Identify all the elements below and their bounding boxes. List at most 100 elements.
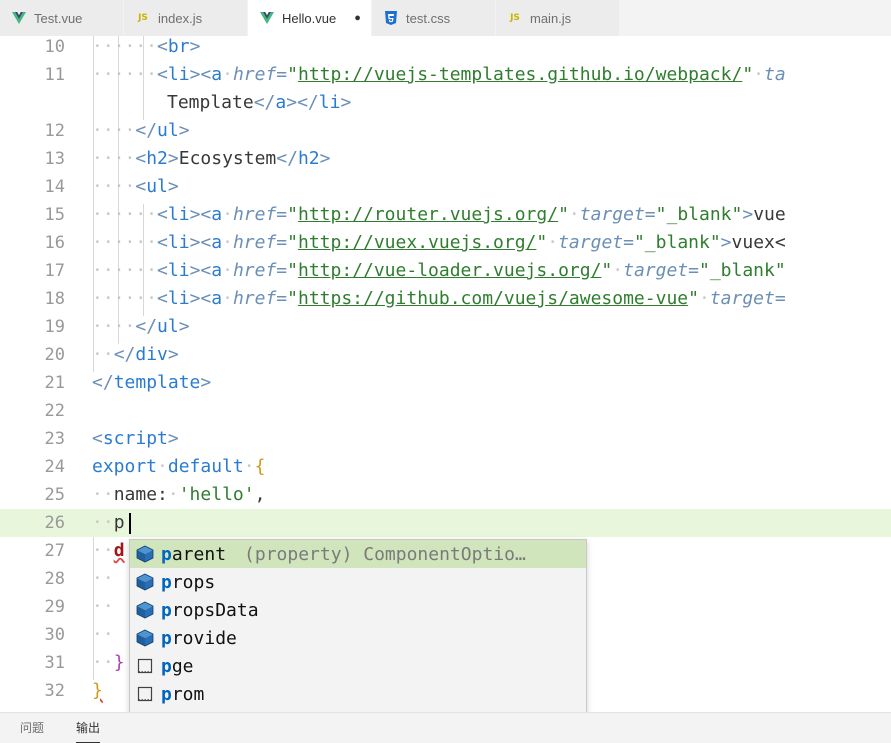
tab-test-css[interactable]: test.css: [372, 0, 496, 36]
line-content: ··name:·'hello',: [92, 484, 266, 505]
line-number: 25: [44, 485, 65, 505]
code-line: 19 ····</ul>: [0, 313, 891, 341]
property-cube-icon: [136, 629, 154, 647]
line-number: 30: [44, 625, 65, 645]
url-link[interactable]: http://router.vuejs.org/: [298, 204, 558, 225]
property-cube-icon: [136, 601, 154, 619]
suggestion-item-prom[interactable]: p rom: [130, 680, 586, 708]
css-icon: [382, 11, 400, 25]
suggestion-item-parent[interactable]: p arent (property) ComponentOptio…: [130, 540, 586, 568]
suggestion-item-provide[interactable]: p rovide: [130, 624, 586, 652]
line-content: ··p: [92, 512, 125, 533]
suggestion-match: p: [161, 683, 172, 705]
suggestion-label: rops: [171, 571, 216, 593]
url-link[interactable]: http://vuejs-templates.github.io/webpack…: [298, 64, 742, 85]
vue-icon: [258, 11, 276, 25]
code-text: Ecosystem: [178, 148, 277, 169]
code-line: 20 ··</div>: [0, 341, 891, 369]
code-line: 10 ······<br>: [0, 36, 891, 61]
panel-tab-bar: 问题 输出: [0, 712, 891, 743]
line-number: 28: [44, 569, 65, 589]
url-link[interactable]: http://vuex.vuejs.org/: [298, 232, 536, 253]
suggestion-item-pge[interactable]: p ge: [130, 652, 586, 680]
typed-text: p: [113, 512, 125, 533]
suggestion-match: p: [161, 543, 172, 565]
tab-main-js[interactable]: JS main.js: [496, 0, 620, 36]
text-word-icon: [136, 685, 154, 703]
line-number: 11: [44, 65, 65, 85]
line-number: 22: [44, 401, 65, 421]
line-number: 12: [44, 121, 65, 141]
suggestion-label: ropsData: [171, 599, 259, 621]
suggestion-label: arent: [171, 543, 227, 565]
line-number: 21: [44, 373, 65, 393]
line-content: <script>: [92, 428, 179, 449]
url-link[interactable]: https://github.com/vuejs/awesome-vue: [298, 288, 688, 309]
code-line-wrapped: Template</a></li>: [0, 89, 891, 117]
tab-hello-vue[interactable]: Hello.vue ●: [248, 0, 372, 36]
line-number: 15: [44, 205, 65, 225]
suggestion-label: rovide: [171, 627, 237, 649]
line-content: ····<ul>: [92, 176, 179, 197]
code-line: 23 <script>: [0, 425, 891, 453]
code-line: 24 export·default·{: [0, 453, 891, 481]
js-icon: JS: [510, 13, 520, 23]
suggestion-match: p: [161, 627, 172, 649]
line-content: ··}: [92, 652, 125, 673]
code-line: 18 ······<li><a·href="https://github.com…: [0, 285, 891, 313]
current-code-line: 26 ··p: [0, 509, 891, 537]
tab-label: Test.vue: [34, 10, 83, 26]
tab-label: test.css: [406, 10, 451, 26]
code-line: 21 </template>: [0, 369, 891, 397]
line-content: ··d: [92, 540, 125, 561]
line-content: ······<li><a·href="https://github.com/vu…: [92, 288, 786, 309]
suggestion-item-props[interactable]: p rops: [130, 568, 586, 596]
tab-index-js[interactable]: JS index.js: [124, 0, 248, 36]
line-number: 16: [44, 233, 65, 253]
code-text: "_blank": [633, 232, 721, 253]
tab-problems[interactable]: 问题: [20, 713, 44, 743]
line-number: 19: [44, 317, 65, 337]
autocomplete-suggestion-list[interactable]: p arent (property) ComponentOptio… p rops …: [129, 539, 587, 736]
line-content: Template</a></li>: [167, 92, 352, 113]
line-number: 24: [44, 457, 65, 477]
code-text: name:: [113, 484, 168, 505]
tab-output[interactable]: 输出: [76, 713, 101, 743]
line-content: ······<li><a·href="http://vuex.vuejs.org…: [92, 232, 786, 253]
suggestion-match: p: [161, 599, 172, 621]
line-number: 20: [44, 345, 65, 365]
code-line: 15 ······<li><a·href="http://router.vuej…: [0, 201, 891, 229]
url-link[interactable]: http://vue-loader.vuejs.org/: [298, 260, 601, 281]
line-content: ··: [92, 596, 114, 617]
unsaved-dot-icon[interactable]: ●: [354, 12, 361, 24]
code-text: vue: [753, 204, 786, 225]
line-content: export·default·{: [92, 456, 266, 477]
line-number: 14: [44, 177, 65, 197]
line-content: ······<br>: [92, 36, 201, 57]
line-number: 17: [44, 261, 65, 281]
code-text: "_blank": [655, 204, 743, 225]
suggestion-match: p: [161, 655, 172, 677]
js-icon: JS: [138, 13, 148, 23]
suggestion-label: rom: [171, 683, 205, 705]
property-cube-icon: [136, 573, 154, 591]
line-content: ····<h2>Ecosystem</h2>: [92, 148, 331, 169]
line-content: ··: [92, 568, 114, 589]
code-line: 12 ····</ul>: [0, 117, 891, 145]
code-line: 16 ······<li><a·href="http://vuex.vuejs.…: [0, 229, 891, 257]
line-content: ······<li><a·href="http://vue-loader.vue…: [92, 260, 786, 281]
suggestion-item-propsdata[interactable]: p ropsData: [130, 596, 586, 624]
line-content: ··</div>: [92, 344, 179, 365]
code-text: 'hello': [178, 484, 255, 505]
line-content: ····</ul>: [92, 316, 190, 337]
tab-label: Hello.vue: [282, 10, 337, 26]
line-content: }: [92, 680, 103, 701]
line-content: </template>: [92, 372, 212, 393]
line-number: 18: [44, 289, 65, 309]
code-line: 22: [0, 397, 891, 425]
tab-test-vue[interactable]: Test.vue: [0, 0, 124, 36]
tab-label: index.js: [158, 10, 203, 26]
line-number: 26: [44, 513, 65, 533]
line-number: 29: [44, 597, 65, 617]
line-number: 32: [44, 681, 65, 701]
